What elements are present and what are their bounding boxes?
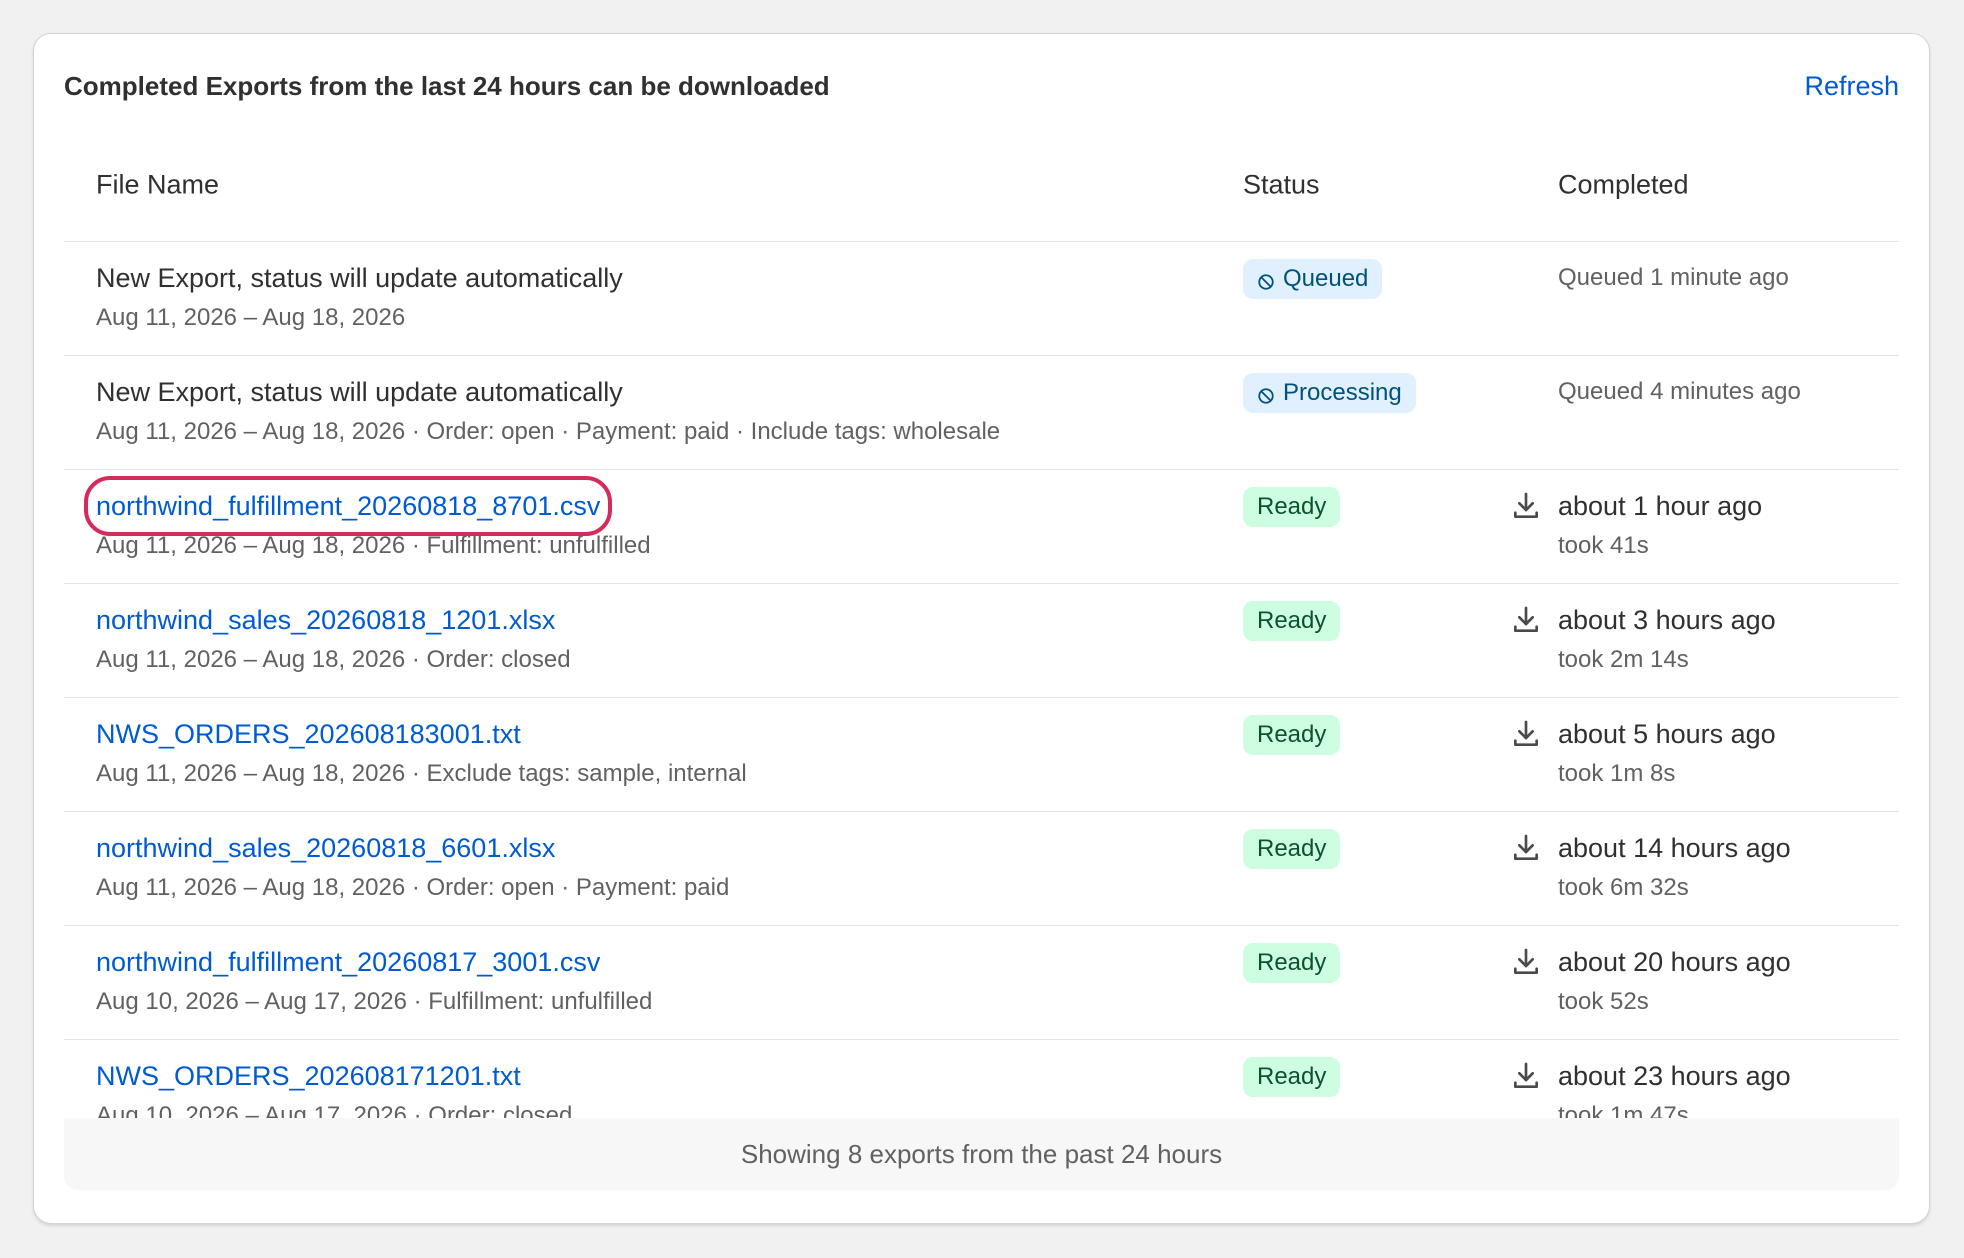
file-details: Aug 11, 2026 – Aug 18, 2026 · Fulfillmen… bbox=[96, 532, 651, 559]
file-name-link[interactable]: northwind_fulfillment_20260817_3001.csv bbox=[96, 944, 600, 980]
status-badge-label: Ready bbox=[1257, 1063, 1327, 1090]
download-icon[interactable] bbox=[1510, 832, 1542, 864]
table-footer: Showing 8 exports from the past 24 hours bbox=[64, 1118, 1899, 1190]
status-badge-label: Processing bbox=[1283, 379, 1402, 406]
file-name-link[interactable]: NWS_ORDERS_202608183001.txt bbox=[96, 716, 521, 752]
download-icon[interactable] bbox=[1510, 604, 1542, 636]
status-badge: Ready bbox=[1243, 829, 1341, 869]
status-badge-label: Ready bbox=[1257, 949, 1327, 976]
status-badge: Ready bbox=[1243, 943, 1341, 983]
file-details: Aug 11, 2026 – Aug 18, 2026 · Order: ope… bbox=[96, 874, 730, 901]
table-row-3: northwind_fulfillment_20260818_8701.csv … bbox=[64, 470, 1899, 584]
status-badge: Processing bbox=[1243, 373, 1416, 413]
footer-summary: Showing 8 exports from the past 24 hours bbox=[740, 1138, 1223, 1169]
card-title: Completed Exports from the last 24 hours… bbox=[64, 70, 830, 101]
refresh-link[interactable]: Refresh bbox=[1804, 71, 1899, 102]
completed-time: about 23 hours ago bbox=[1558, 1061, 1791, 1091]
file-name: New Export, status will update automatic… bbox=[96, 377, 623, 407]
status-pending-icon bbox=[1257, 270, 1275, 290]
download-icon[interactable] bbox=[1510, 946, 1542, 978]
status-badge: Queued bbox=[1243, 259, 1383, 299]
export-duration: took 6m 32s bbox=[1558, 874, 1689, 901]
file-name: New Export, status will update automatic… bbox=[96, 263, 623, 293]
file-name-link[interactable]: northwind_sales_20260818_6601.xlsx bbox=[96, 830, 555, 866]
exports-card: Completed Exports from the last 24 hours… bbox=[33, 33, 1930, 1224]
export-duration: took 1m 8s bbox=[1558, 760, 1676, 787]
card-header: Completed Exports from the last 24 hours… bbox=[64, 64, 1899, 108]
status-badge-label: Queued bbox=[1283, 265, 1369, 292]
file-name-link[interactable]: NWS_ORDERS_202608171201.txt bbox=[96, 1058, 521, 1094]
completed-time: about 5 hours ago bbox=[1558, 719, 1776, 749]
status-badge-label: Ready bbox=[1257, 493, 1327, 520]
download-icon[interactable] bbox=[1510, 1060, 1542, 1092]
table-row-4: northwind_sales_20260818_1201.xlsx Aug 1… bbox=[64, 584, 1899, 698]
status-badge-label: Ready bbox=[1257, 835, 1327, 862]
table-row-6: northwind_sales_20260818_6601.xlsx Aug 1… bbox=[64, 812, 1899, 926]
queued-time: Queued 1 minute ago bbox=[1558, 264, 1789, 291]
status-badge: Ready bbox=[1243, 1057, 1341, 1097]
status-badge: Ready bbox=[1243, 487, 1341, 527]
table-row-7: northwind_fulfillment_20260817_3001.csv … bbox=[64, 926, 1899, 1040]
table-header: File Name Status Completed bbox=[64, 129, 1899, 242]
completed-time: about 1 hour ago bbox=[1558, 491, 1763, 521]
completed-time: about 14 hours ago bbox=[1558, 833, 1791, 863]
table-row-2: New Export, status will update automatic… bbox=[64, 356, 1899, 470]
file-details: Aug 11, 2026 – Aug 18, 2026 bbox=[96, 304, 406, 331]
file-name-link[interactable]: northwind_sales_20260818_1201.xlsx bbox=[96, 602, 555, 638]
status-badge: Ready bbox=[1243, 601, 1341, 641]
status-badge-label: Ready bbox=[1257, 607, 1327, 634]
export-duration: took 52s bbox=[1558, 988, 1649, 1015]
file-details: Aug 11, 2026 – Aug 18, 2026 · Order: clo… bbox=[96, 646, 571, 673]
queued-time: Queued 4 minutes ago bbox=[1558, 378, 1801, 405]
table-body: New Export, status will update automatic… bbox=[64, 242, 1899, 1154]
status-badge-label: Ready bbox=[1257, 721, 1327, 748]
file-details: Aug 10, 2026 – Aug 17, 2026 · Fulfillmen… bbox=[96, 988, 653, 1015]
status-pending-icon bbox=[1257, 384, 1275, 404]
download-icon[interactable] bbox=[1510, 718, 1542, 750]
table-row-1: New Export, status will update automatic… bbox=[64, 242, 1899, 356]
column-header-completed: Completed bbox=[1558, 169, 1689, 200]
column-header-status: Status bbox=[1243, 169, 1320, 200]
table-row-5: NWS_ORDERS_202608183001.txt Aug 11, 2026… bbox=[64, 698, 1899, 812]
file-details: Aug 11, 2026 – Aug 18, 2026 · Order: ope… bbox=[96, 418, 1001, 445]
completed-time: about 20 hours ago bbox=[1558, 947, 1791, 977]
export-duration: took 2m 14s bbox=[1558, 646, 1689, 673]
file-details: Aug 11, 2026 – Aug 18, 2026 · Exclude ta… bbox=[96, 760, 747, 787]
completed-time: about 3 hours ago bbox=[1558, 605, 1776, 635]
download-icon[interactable] bbox=[1510, 490, 1542, 522]
status-badge: Ready bbox=[1243, 715, 1341, 755]
file-name-link[interactable]: northwind_fulfillment_20260818_8701.csv bbox=[83, 476, 613, 536]
export-duration: took 41s bbox=[1558, 532, 1649, 559]
exports-table: File Name Status Completed New Export, s… bbox=[64, 129, 1899, 1154]
column-header-file-name: File Name bbox=[96, 169, 220, 200]
